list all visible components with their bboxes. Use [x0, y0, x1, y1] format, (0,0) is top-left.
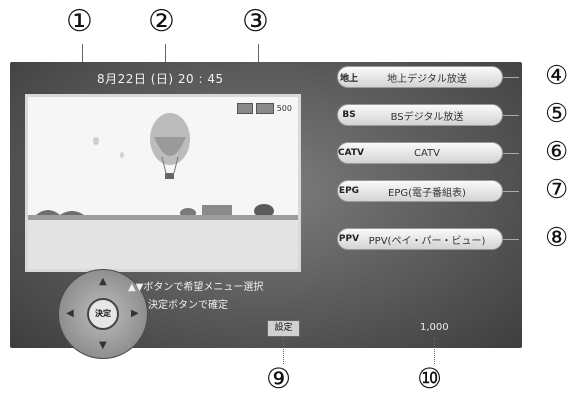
menu-item-label: CATV — [414, 147, 440, 159]
up-arrow-icon[interactable]: ▲ — [99, 276, 107, 287]
callout-4: ④ — [545, 61, 569, 91]
terrestrial-icon: 地上 — [339, 73, 358, 84]
menu-item-label: EPG(電子番組表) — [388, 187, 466, 199]
callout-1: ① — [66, 4, 93, 39]
callout-6: ⑥ — [545, 137, 569, 167]
menu-item-label: BSデジタル放送 — [390, 111, 464, 123]
callout-2: ② — [148, 4, 175, 39]
confirm-hint: 決定ボタンで確定 — [148, 300, 228, 311]
channel-number: 500 — [276, 104, 292, 113]
channel-badge: 500 — [236, 103, 292, 114]
catv-icon: CATV — [338, 148, 364, 158]
callout-7: ⑦ — [545, 175, 569, 205]
menu-item-label: PPV(ペイ・パー・ビュー) — [368, 235, 486, 247]
balloon-scene-image — [28, 97, 298, 269]
callout-10-leader — [434, 338, 435, 364]
callout-7-leader — [503, 191, 519, 192]
datetime-display: 8月22日 (日) 20 : 45 — [97, 72, 224, 86]
callout-8-leader — [503, 239, 519, 240]
ok-button[interactable]: 決定 — [87, 298, 119, 330]
callout-5: ⑤ — [545, 99, 569, 129]
callout-5-leader — [503, 115, 519, 116]
callout-9: ⑨ — [266, 362, 292, 395]
menu-ppv[interactable]: PPV PPV(ペイ・パー・ビュー) — [337, 228, 503, 250]
epg-icon: EPG — [338, 186, 360, 196]
channel-type-icon — [236, 103, 253, 114]
left-arrow-icon[interactable]: ◀ — [66, 308, 74, 319]
select-hint: ▲▼ボタンで希望メニュー選択 — [128, 282, 264, 293]
right-arrow-icon[interactable]: ▶ — [131, 308, 139, 319]
menu-epg[interactable]: EPG EPG(電子番組表) — [337, 180, 503, 202]
menu-bs-digital[interactable]: BS BSデジタル放送 — [337, 104, 503, 126]
bs-icon: BS — [342, 110, 356, 120]
menu-terrestrial-digital[interactable]: 地上 地上デジタル放送 — [337, 66, 503, 88]
menu-item-label: 地上デジタル放送 — [387, 73, 467, 85]
callout-3: ③ — [242, 4, 269, 39]
settings-button[interactable]: 設定 — [267, 320, 300, 337]
callout-4-leader — [503, 77, 519, 78]
points-display: 1,000 — [420, 322, 449, 333]
callout-8: ⑧ — [545, 223, 569, 253]
menu-catv[interactable]: CATV CATV — [337, 142, 503, 164]
down-arrow-icon[interactable]: ▼ — [99, 340, 107, 351]
program-preview[interactable]: 500 — [25, 94, 301, 272]
channel-band-icon — [255, 103, 274, 114]
ppv-icon: PPV — [338, 234, 360, 244]
callout-6-leader — [503, 153, 519, 154]
callout-10: ⑩ — [417, 362, 443, 395]
callout-9-leader — [283, 338, 284, 364]
